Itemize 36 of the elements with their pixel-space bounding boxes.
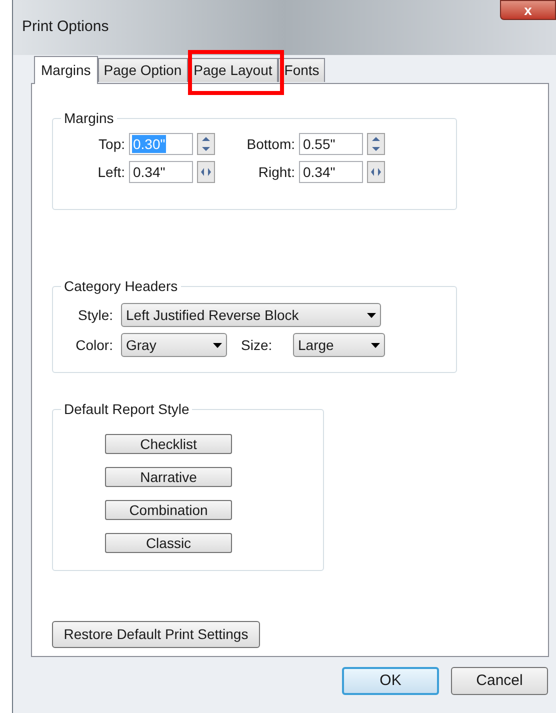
window-title: Print Options [22,17,109,37]
dropdown[interactable]: Left Justified Reverse Block [121,303,381,327]
field-label: Right: [257,162,296,182]
field-label: Bottom: [246,134,296,154]
field-value: 0.30" [132,135,166,153]
restore-defaults-button[interactable]: Restore Default Print Settings [52,621,260,648]
report-style-button[interactable]: Checklist [105,434,232,454]
dropdown-caret-icon [367,312,376,318]
tab[interactable]: Margins [34,56,98,84]
field-label: Color: [74,336,113,354]
dropdown[interactable]: Gray [121,333,227,357]
margin-field[interactable]: 0.34" [299,161,363,183]
report-style-button[interactable]: Classic [105,533,232,553]
field-label: Top: [98,134,126,154]
spin-arrows-icon[interactable] [197,161,215,183]
report-style-button[interactable]: Combination [105,500,232,520]
margin-field[interactable]: 0.34" [129,161,193,183]
spin-arrows-icon[interactable] [197,133,215,155]
report-style-button[interactable]: Narrative [105,467,232,487]
tab[interactable]: Page Option [98,58,188,82]
field-label: Left: [96,162,126,182]
field-label: Style: [76,306,113,325]
spin-arrows-icon[interactable] [367,161,385,183]
dropdown[interactable]: Large [293,333,385,357]
margin-field[interactable]: 0.55" [299,133,363,155]
dropdown-caret-icon [213,342,222,348]
field-value: 0.34" [302,163,336,181]
field-label: Size: [241,336,274,354]
close-button[interactable]: x [500,0,556,20]
spin-arrows-icon[interactable] [367,133,385,155]
dialog-button[interactable]: Cancel [451,667,548,695]
field-value: 0.34" [132,163,166,181]
tab[interactable]: Fonts [278,58,326,82]
dropdown-caret-icon [371,342,380,348]
dialog-button[interactable]: OK [342,667,439,695]
field-value: 0.55" [302,135,336,153]
